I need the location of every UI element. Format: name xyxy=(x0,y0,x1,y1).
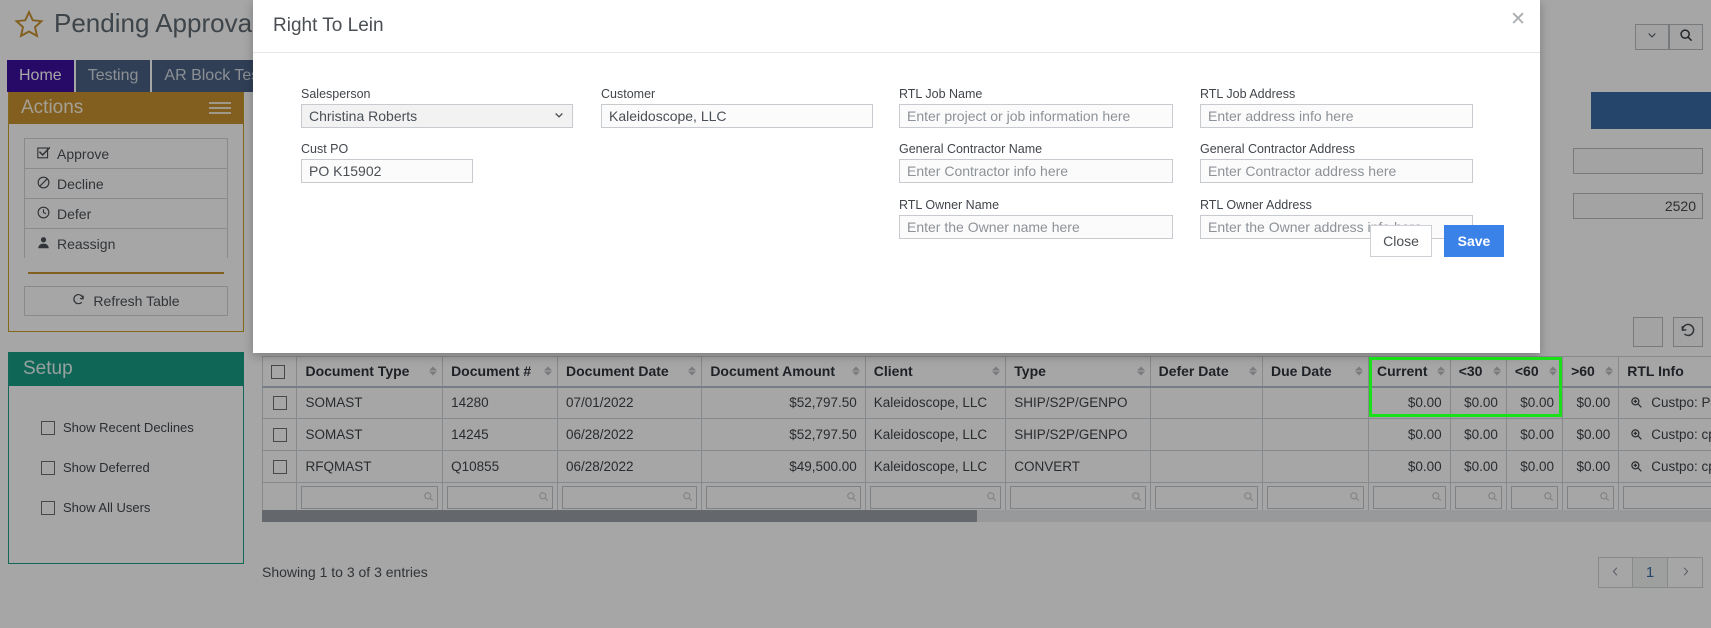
field-customer: Customer Kaleidoscope, LLC xyxy=(601,87,873,128)
label-rtl-job-name: RTL Job Name xyxy=(899,87,983,101)
chevron-down-icon xyxy=(553,108,565,124)
cust-po-input[interactable]: PO K15902 xyxy=(301,159,473,183)
field-general-contractor-name: General Contractor Name Enter Contractor… xyxy=(899,142,1173,183)
modal-header: Right To Lein ✕ xyxy=(253,0,1540,53)
field-rtl-job-name: RTL Job Name Enter project or job inform… xyxy=(899,87,1173,128)
label-general-contractor-name: General Contractor Name xyxy=(899,142,1043,156)
label-customer: Customer xyxy=(601,87,656,101)
application-root: Pending Approvals Home Testing AR Block … xyxy=(0,0,1711,628)
general-contractor-name-input[interactable]: Enter Contractor info here xyxy=(899,159,1173,183)
right-to-lein-modal: Right To Lein ✕ Salesperson Christina Ro… xyxy=(253,0,1540,353)
label-salesperson: Salesperson xyxy=(301,87,371,101)
modal-footer: Close Save xyxy=(253,203,1540,278)
general-contractor-address-input[interactable]: Enter Contractor address here xyxy=(1200,159,1473,183)
rtl-job-name-input[interactable]: Enter project or job information here xyxy=(899,104,1173,128)
modal-body: Salesperson Christina Roberts Cust PO PO… xyxy=(253,53,1540,278)
close-icon[interactable]: ✕ xyxy=(1510,10,1526,29)
label-general-contractor-address: General Contractor Address xyxy=(1200,142,1355,156)
field-rtl-job-address: RTL Job Address Enter address info here xyxy=(1200,87,1473,128)
salesperson-select[interactable]: Christina Roberts xyxy=(301,104,573,128)
close-button[interactable]: Close xyxy=(1370,224,1432,257)
customer-input[interactable]: Kaleidoscope, LLC xyxy=(601,104,873,128)
field-salesperson: Salesperson Christina Roberts xyxy=(301,87,573,128)
label-rtl-job-address: RTL Job Address xyxy=(1200,87,1296,101)
label-cust-po: Cust PO xyxy=(301,142,349,156)
modal-title: Right To Lein xyxy=(273,15,384,36)
rtl-job-address-input[interactable]: Enter address info here xyxy=(1200,104,1473,128)
salesperson-value: Christina Roberts xyxy=(309,108,418,124)
field-cust-po: Cust PO PO K15902 xyxy=(301,142,473,183)
save-button[interactable]: Save xyxy=(1444,224,1504,257)
field-general-contractor-address: General Contractor Address Enter Contrac… xyxy=(1200,142,1473,183)
